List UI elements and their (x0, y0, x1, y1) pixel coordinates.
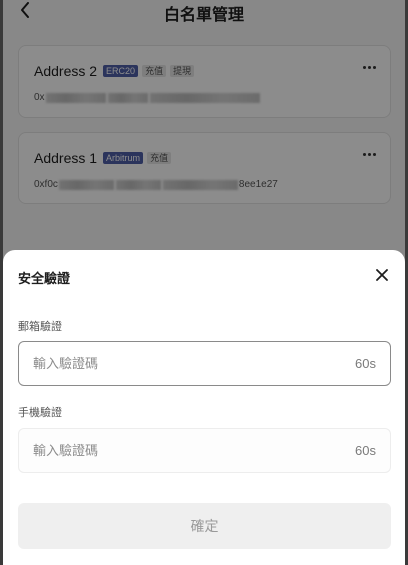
close-icon (376, 269, 388, 281)
email-code-field: 60s (18, 341, 391, 386)
confirm-button[interactable]: 確定 (18, 503, 391, 549)
email-code-input[interactable] (33, 356, 253, 371)
email-verification-label: 郵箱驗證 (18, 321, 62, 333)
phone-code-field: 60s (18, 428, 391, 473)
close-button[interactable] (374, 267, 390, 283)
phone-verification-label: 手機驗證 (18, 407, 62, 419)
phone-resend-countdown[interactable]: 60s (355, 443, 376, 458)
email-resend-countdown[interactable]: 60s (355, 356, 376, 371)
sheet-title: 安全驗證 (18, 271, 71, 286)
security-verification-sheet: 安全驗證 郵箱驗證 60s 手機驗證 60s 確定 (3, 250, 405, 565)
phone-code-input[interactable] (33, 443, 253, 458)
